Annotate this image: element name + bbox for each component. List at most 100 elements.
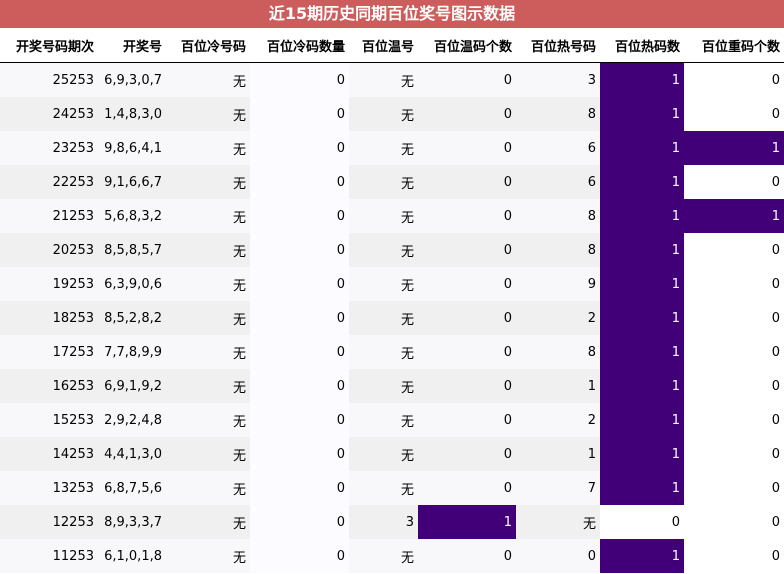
warm-count-cell: 0 <box>418 301 516 335</box>
warm-number-cell: 无 <box>349 97 418 131</box>
draw-number-cell: 6,3,9,0,6 <box>98 267 166 301</box>
warm-number-cell: 无 <box>349 233 418 267</box>
cold-number-cell: 无 <box>166 403 250 437</box>
cold-number-cell: 无 <box>166 97 250 131</box>
warm-count-cell: 0 <box>418 267 516 301</box>
hot-number-cell: 8 <box>516 199 600 233</box>
cold-count-cell: 0 <box>250 437 349 471</box>
cold-count-cell: 0 <box>250 199 349 233</box>
issue-cell: 14253 <box>0 437 98 471</box>
cold-count-cell: 0 <box>250 403 349 437</box>
cold-count-cell: 0 <box>250 369 349 403</box>
hot-number-cell: 1 <box>516 437 600 471</box>
issue-cell: 24253 <box>0 97 98 131</box>
hot-number-cell: 7 <box>516 471 600 505</box>
draw-number-cell: 7,7,8,9,9 <box>98 335 166 369</box>
draw-number-cell: 5,6,8,3,2 <box>98 199 166 233</box>
cold-number-cell: 无 <box>166 301 250 335</box>
issue-cell: 16253 <box>0 369 98 403</box>
column-header: 百位重码个数 <box>684 28 784 63</box>
warm-count-cell: 0 <box>418 335 516 369</box>
table-row: 15253 2,9,2,4,8 无 0 无 0 2 1 0 <box>0 403 784 437</box>
repeat-count-cell: 0 <box>684 505 784 539</box>
column-header: 百位冷码数量 <box>250 28 349 63</box>
hot-number-cell: 2 <box>516 403 600 437</box>
header-row: 开奖号码期次 开奖号 百位冷号码 百位冷码数量 百位温号 百位温码个数 百位热号… <box>0 28 784 63</box>
hot-number-cell: 8 <box>516 335 600 369</box>
draw-number-cell: 9,8,6,4,1 <box>98 131 166 165</box>
warm-count-cell: 0 <box>418 97 516 131</box>
warm-number-cell: 无 <box>349 165 418 199</box>
cold-count-cell: 0 <box>250 471 349 505</box>
hot-count-cell: 1 <box>600 199 684 233</box>
draw-number-cell: 6,9,3,0,7 <box>98 62 166 97</box>
hot-number-cell: 0 <box>516 539 600 573</box>
cold-count-cell: 0 <box>250 301 349 335</box>
warm-count-cell: 1 <box>418 505 516 539</box>
cold-number-cell: 无 <box>166 267 250 301</box>
warm-count-cell: 0 <box>418 539 516 573</box>
table-title: 近15期历史同期百位奖号图示数据 <box>0 0 784 28</box>
draw-number-cell: 8,5,8,5,7 <box>98 233 166 267</box>
table-row: 22253 9,1,6,6,7 无 0 无 0 6 1 0 <box>0 165 784 199</box>
warm-count-cell: 0 <box>418 369 516 403</box>
repeat-count-cell: 0 <box>684 267 784 301</box>
hot-number-cell: 6 <box>516 131 600 165</box>
hot-count-cell: 1 <box>600 233 684 267</box>
cold-count-cell: 0 <box>250 131 349 165</box>
cold-number-cell: 无 <box>166 437 250 471</box>
table-row: 13253 6,8,7,5,6 无 0 无 0 7 1 0 <box>0 471 784 505</box>
issue-cell: 20253 <box>0 233 98 267</box>
warm-number-cell: 无 <box>349 131 418 165</box>
issue-cell: 21253 <box>0 199 98 233</box>
hot-number-cell: 9 <box>516 267 600 301</box>
draw-number-cell: 1,4,8,3,0 <box>98 97 166 131</box>
cold-count-cell: 0 <box>250 505 349 539</box>
cold-count-cell: 0 <box>250 335 349 369</box>
draw-number-cell: 6,1,0,1,8 <box>98 539 166 573</box>
warm-count-cell: 0 <box>418 62 516 97</box>
cold-count-cell: 0 <box>250 62 349 97</box>
warm-number-cell: 无 <box>349 335 418 369</box>
repeat-count-cell: 1 <box>684 199 784 233</box>
table-row: 19253 6,3,9,0,6 无 0 无 0 9 1 0 <box>0 267 784 301</box>
hot-count-cell: 0 <box>600 505 684 539</box>
hot-count-cell: 1 <box>600 369 684 403</box>
draw-number-cell: 8,9,3,3,7 <box>98 505 166 539</box>
table-row: 18253 8,5,2,8,2 无 0 无 0 2 1 0 <box>0 301 784 335</box>
draw-number-cell: 6,8,7,5,6 <box>98 471 166 505</box>
hot-count-cell: 1 <box>600 131 684 165</box>
table-row: 11253 6,1,0,1,8 无 0 无 0 0 1 0 <box>0 539 784 573</box>
repeat-count-cell: 0 <box>684 437 784 471</box>
cold-count-cell: 0 <box>250 165 349 199</box>
cold-number-cell: 无 <box>166 62 250 97</box>
table-row: 14253 4,4,1,3,0 无 0 无 0 1 1 0 <box>0 437 784 471</box>
hot-count-cell: 1 <box>600 539 684 573</box>
hot-count-cell: 1 <box>600 97 684 131</box>
repeat-count-cell: 0 <box>684 403 784 437</box>
issue-cell: 23253 <box>0 131 98 165</box>
hot-count-cell: 1 <box>600 267 684 301</box>
hot-number-cell: 1 <box>516 369 600 403</box>
draw-number-cell: 2,9,2,4,8 <box>98 403 166 437</box>
warm-number-cell: 无 <box>349 301 418 335</box>
warm-count-cell: 0 <box>418 233 516 267</box>
issue-cell: 18253 <box>0 301 98 335</box>
repeat-count-cell: 0 <box>684 335 784 369</box>
warm-number-cell: 无 <box>349 199 418 233</box>
issue-cell: 17253 <box>0 335 98 369</box>
draw-number-cell: 6,9,1,9,2 <box>98 369 166 403</box>
table-row: 25253 6,9,3,0,7 无 0 无 0 3 1 0 <box>0 62 784 97</box>
draw-number-cell: 4,4,1,3,0 <box>98 437 166 471</box>
issue-cell: 11253 <box>0 539 98 573</box>
hot-count-cell: 1 <box>600 471 684 505</box>
cold-number-cell: 无 <box>166 369 250 403</box>
table-row: 21253 5,6,8,3,2 无 0 无 0 8 1 1 <box>0 199 784 233</box>
table-row: 16253 6,9,1,9,2 无 0 无 0 1 1 0 <box>0 369 784 403</box>
repeat-count-cell: 0 <box>684 97 784 131</box>
history-data-table: 开奖号码期次 开奖号 百位冷号码 百位冷码数量 百位温号 百位温码个数 百位热号… <box>0 28 784 573</box>
cold-number-cell: 无 <box>166 471 250 505</box>
hot-count-cell: 1 <box>600 403 684 437</box>
repeat-count-cell: 0 <box>684 471 784 505</box>
repeat-count-cell: 0 <box>684 539 784 573</box>
